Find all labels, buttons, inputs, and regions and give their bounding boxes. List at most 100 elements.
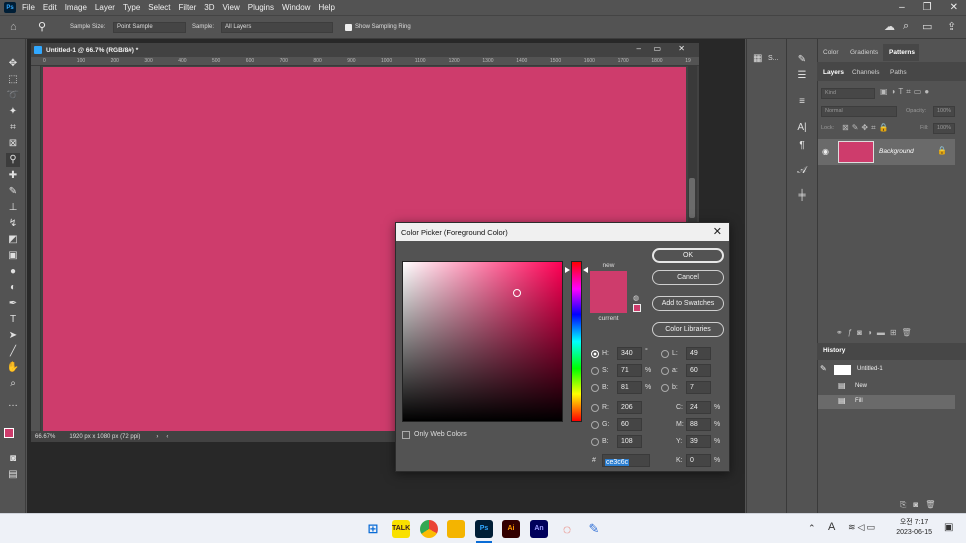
foreground-color-swatch[interactable]: [4, 428, 14, 438]
color-libraries-button[interactable]: Color Libraries: [652, 322, 724, 337]
home-icon[interactable]: ⌂: [10, 21, 17, 33]
history-brush-tool-icon[interactable]: ↯: [6, 217, 20, 231]
brightness-radio[interactable]: [591, 384, 599, 392]
quick-mask-icon[interactable]: ◙: [6, 452, 20, 466]
web-safe-swatch[interactable]: [633, 304, 641, 312]
lab-l-radio[interactable]: [661, 350, 669, 358]
menu-help[interactable]: Help: [318, 3, 334, 12]
file-explorer-icon[interactable]: [447, 520, 465, 538]
current-color-swatch[interactable]: [590, 292, 627, 313]
green-radio[interactable]: [591, 421, 599, 429]
lab-l-input[interactable]: 49: [686, 347, 711, 360]
saturation-radio[interactable]: [591, 367, 599, 375]
menu-type[interactable]: Type: [123, 3, 140, 12]
layer-kind-filter[interactable]: Kind: [821, 88, 875, 99]
doc-minimize-icon[interactable]: –: [637, 44, 641, 53]
sampling-ring-checkbox[interactable]: [345, 24, 352, 31]
only-web-colors-checkbox[interactable]: [402, 431, 410, 439]
yellow-input[interactable]: 39: [686, 435, 711, 448]
properties-icon[interactable]: ≡: [795, 95, 809, 109]
lasso-tool-icon[interactable]: ➰: [6, 89, 20, 103]
tab-gradients[interactable]: Gradients: [850, 49, 878, 56]
notification-icon[interactable]: ▣: [944, 522, 953, 533]
hand-tool-icon[interactable]: ✋: [6, 361, 20, 375]
zoom-level[interactable]: 66.67%: [35, 434, 55, 440]
black-input[interactable]: 0: [686, 454, 711, 467]
blend-mode-select[interactable]: Normal: [821, 106, 897, 117]
glyphs-icon[interactable]: 𝒜: [795, 164, 809, 178]
lab-a-radio[interactable]: [661, 367, 669, 375]
green-input[interactable]: 60: [617, 418, 642, 431]
photoshop-taskbar-icon[interactable]: Ps: [475, 520, 493, 538]
cyan-input[interactable]: 24: [686, 401, 711, 414]
history-brush-icon[interactable]: ✎: [820, 364, 827, 373]
swatches-label[interactable]: S...: [768, 55, 779, 62]
swatches-icon[interactable]: ▦: [753, 53, 762, 64]
tab-channels[interactable]: Channels: [852, 69, 879, 76]
layer-filter-icons[interactable]: ▣◑T⌗▭●: [880, 87, 932, 97]
zoom-tool-icon[interactable]: ⌕: [6, 377, 20, 391]
cloud-user-icon[interactable]: ☁: [884, 20, 895, 33]
menu-filter[interactable]: Filter: [179, 3, 197, 12]
magenta-input[interactable]: 88: [686, 418, 711, 431]
path-selection-tool-icon[interactable]: ➤: [6, 329, 20, 343]
hex-input[interactable]: ce3c6c: [602, 454, 650, 467]
red-input[interactable]: 206: [617, 401, 642, 414]
restore-icon[interactable]: ❐: [923, 2, 932, 13]
hue-slider-left-arrow[interactable]: [565, 266, 570, 273]
kakaotalk-icon[interactable]: TALK: [392, 520, 410, 538]
tab-patterns[interactable]: Patterns: [889, 49, 915, 56]
sample-select[interactable]: All Layers: [221, 22, 333, 33]
vertical-ruler[interactable]: [31, 66, 41, 433]
minimize-icon[interactable]: –: [899, 2, 905, 13]
doc-maximize-icon[interactable]: ▭: [653, 44, 661, 53]
input-method-label[interactable]: A: [828, 521, 835, 533]
paragraph-icon[interactable]: ¶: [795, 139, 809, 153]
doc-close-icon[interactable]: ✕: [678, 44, 685, 53]
network-volume-icons[interactable]: ≋◁▭: [848, 522, 877, 533]
brush-settings-icon[interactable]: ✎: [795, 53, 809, 67]
history-actions[interactable]: ⎘◙🗑: [900, 500, 942, 510]
blue-radio[interactable]: [591, 438, 599, 446]
eraser-tool-icon[interactable]: ◩: [6, 233, 20, 247]
gradient-tool-icon[interactable]: ▣: [6, 249, 20, 263]
eyedropper-tool-icon[interactable]: ⚲: [6, 153, 20, 167]
red-radio[interactable]: [591, 404, 599, 412]
workspace-icon[interactable]: ▭: [922, 20, 932, 33]
dodge-tool-icon[interactable]: ◐: [6, 281, 20, 295]
eyedropper-tool-icon[interactable]: ⚲: [38, 20, 46, 33]
menu-edit[interactable]: Edit: [43, 3, 57, 12]
align-icon[interactable]: ╪: [795, 189, 809, 203]
office-icon[interactable]: ◌: [558, 520, 576, 538]
add-to-swatches-button[interactable]: Add to Swatches: [652, 296, 724, 311]
menu-layer[interactable]: Layer: [95, 3, 115, 12]
clock[interactable]: 오전 7:17 2023-06-15: [896, 518, 932, 538]
cancel-button[interactable]: Cancel: [652, 270, 724, 285]
search-icon[interactable]: ⌕: [903, 20, 909, 33]
hue-radio[interactable]: [591, 350, 599, 358]
type-tool-icon[interactable]: T: [6, 313, 20, 327]
fill-input[interactable]: 100%: [933, 123, 955, 134]
dialog-close-icon[interactable]: ✕: [713, 225, 722, 238]
hue-input[interactable]: 340: [617, 347, 642, 360]
line-tool-icon[interactable]: ╱: [6, 345, 20, 359]
tab-layers[interactable]: Layers: [823, 69, 844, 76]
layer-actions-bar[interactable]: ⚭ƒ◙◑▬⊞🗑: [836, 328, 917, 337]
vertical-scroll-thumb[interactable]: [689, 178, 695, 218]
frame-tool-icon[interactable]: ⊠: [6, 137, 20, 151]
hue-slider-right-arrow[interactable]: [583, 266, 588, 273]
more-tools-icon[interactable]: …: [6, 397, 20, 411]
layer-name[interactable]: Background: [879, 148, 914, 155]
tray-expand-icon[interactable]: ⌃: [808, 523, 816, 534]
share-icon[interactable]: ⇪: [947, 20, 956, 33]
hue-slider[interactable]: [571, 261, 582, 422]
history-step-new[interactable]: ▤ New: [818, 380, 955, 394]
history-snapshot[interactable]: ✎ Untitled-1: [818, 363, 955, 377]
move-tool-icon[interactable]: ✥: [6, 57, 20, 71]
menu-3d[interactable]: 3D: [204, 3, 214, 12]
scroll-left-icon[interactable]: ‹: [166, 434, 168, 440]
close-icon[interactable]: ✕: [950, 2, 958, 13]
document-info[interactable]: 1920 px x 1080 px (72 ppi): [69, 434, 140, 440]
lock-icons[interactable]: ⊠✎✥⌗🔒: [842, 123, 892, 133]
visibility-eye-icon[interactable]: ◉: [822, 147, 829, 156]
